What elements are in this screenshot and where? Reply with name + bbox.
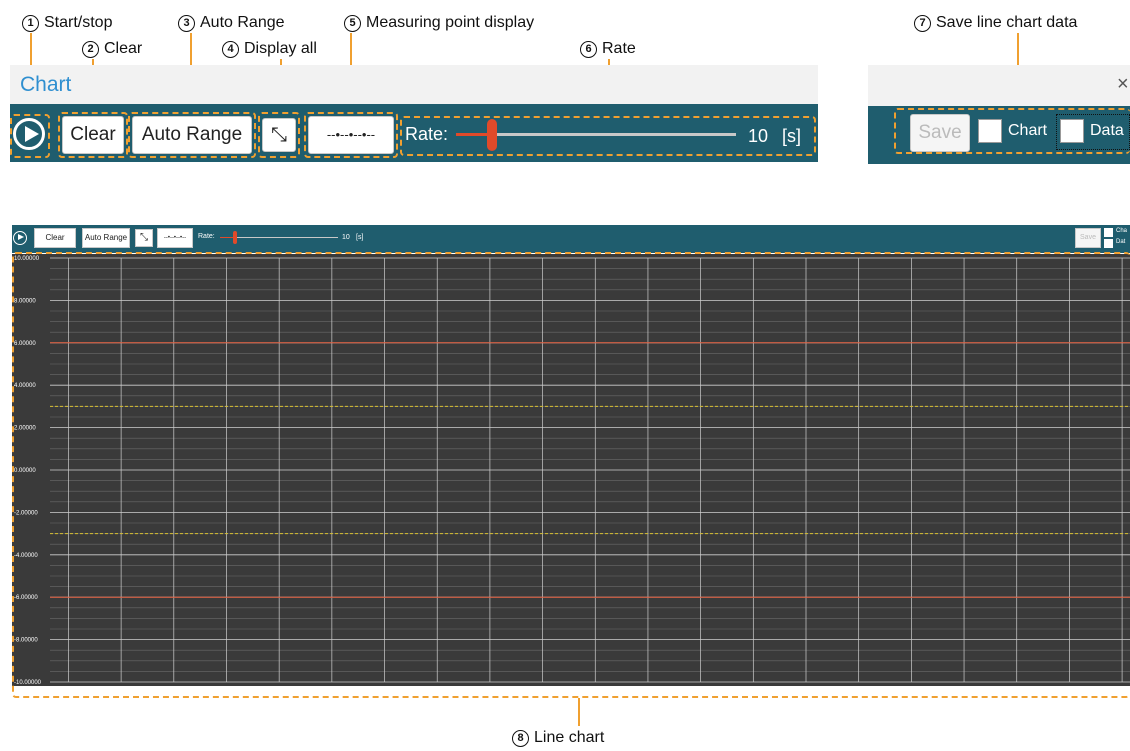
callout-start-stop: 1 Start/stop — [22, 14, 112, 32]
expand-icon: ⤡ — [140, 232, 148, 243]
main-rate-value: 10 — [342, 234, 350, 241]
highlight-rate — [400, 116, 816, 156]
main-rate-label: Rate: — [198, 233, 215, 240]
highlight-measuring-point — [304, 112, 398, 158]
callout-display-all: 4 Display all — [222, 40, 317, 58]
main-save-button[interactable]: Save — [1075, 228, 1101, 248]
main-measuring-point-button[interactable]: --•--•--•-- — [157, 228, 193, 248]
close-icon[interactable]: × — [1117, 73, 1129, 96]
main-chart-checkbox-label: Cha — [1116, 228, 1128, 234]
point-line-icon: --•--•--•-- — [163, 235, 187, 241]
leader-line — [578, 698, 580, 726]
main-rate-slider-track[interactable] — [220, 237, 338, 238]
callout-save: 7 Save line chart data — [914, 14, 1077, 32]
panel-title: Chart — [20, 73, 72, 96]
callout-rate: 6 Rate — [580, 40, 636, 58]
panel-title-bar — [10, 65, 818, 105]
highlight-display-all — [258, 112, 300, 158]
highlight-line-chart — [12, 252, 1130, 698]
main-rate-slider-thumb[interactable] — [233, 231, 238, 244]
highlight-start-stop — [10, 114, 50, 158]
highlight-clear — [58, 112, 128, 158]
main-display-all-button[interactable]: ⤡ — [135, 229, 153, 247]
highlight-auto-range — [128, 112, 256, 158]
main-auto-range-button[interactable]: Auto Range — [82, 228, 130, 248]
callout-measuring-point: 5 Measuring point display — [344, 14, 534, 32]
main-chart-checkbox[interactable] — [1104, 228, 1113, 237]
main-rate-unit: [s] — [356, 234, 364, 241]
main-data-checkbox-label: Dat — [1116, 239, 1126, 245]
main-clear-button[interactable]: Clear — [34, 228, 76, 248]
main-data-checkbox[interactable] — [1104, 239, 1113, 248]
highlight-save — [894, 108, 1130, 154]
callout-line-chart: 8 Line chart — [512, 729, 604, 747]
main-start-stop-button[interactable] — [13, 231, 27, 245]
play-icon — [18, 234, 24, 240]
callout-auto-range: 3 Auto Range — [178, 14, 285, 32]
callout-clear: 2 Clear — [82, 40, 142, 58]
save-title-bar — [868, 65, 1130, 107]
